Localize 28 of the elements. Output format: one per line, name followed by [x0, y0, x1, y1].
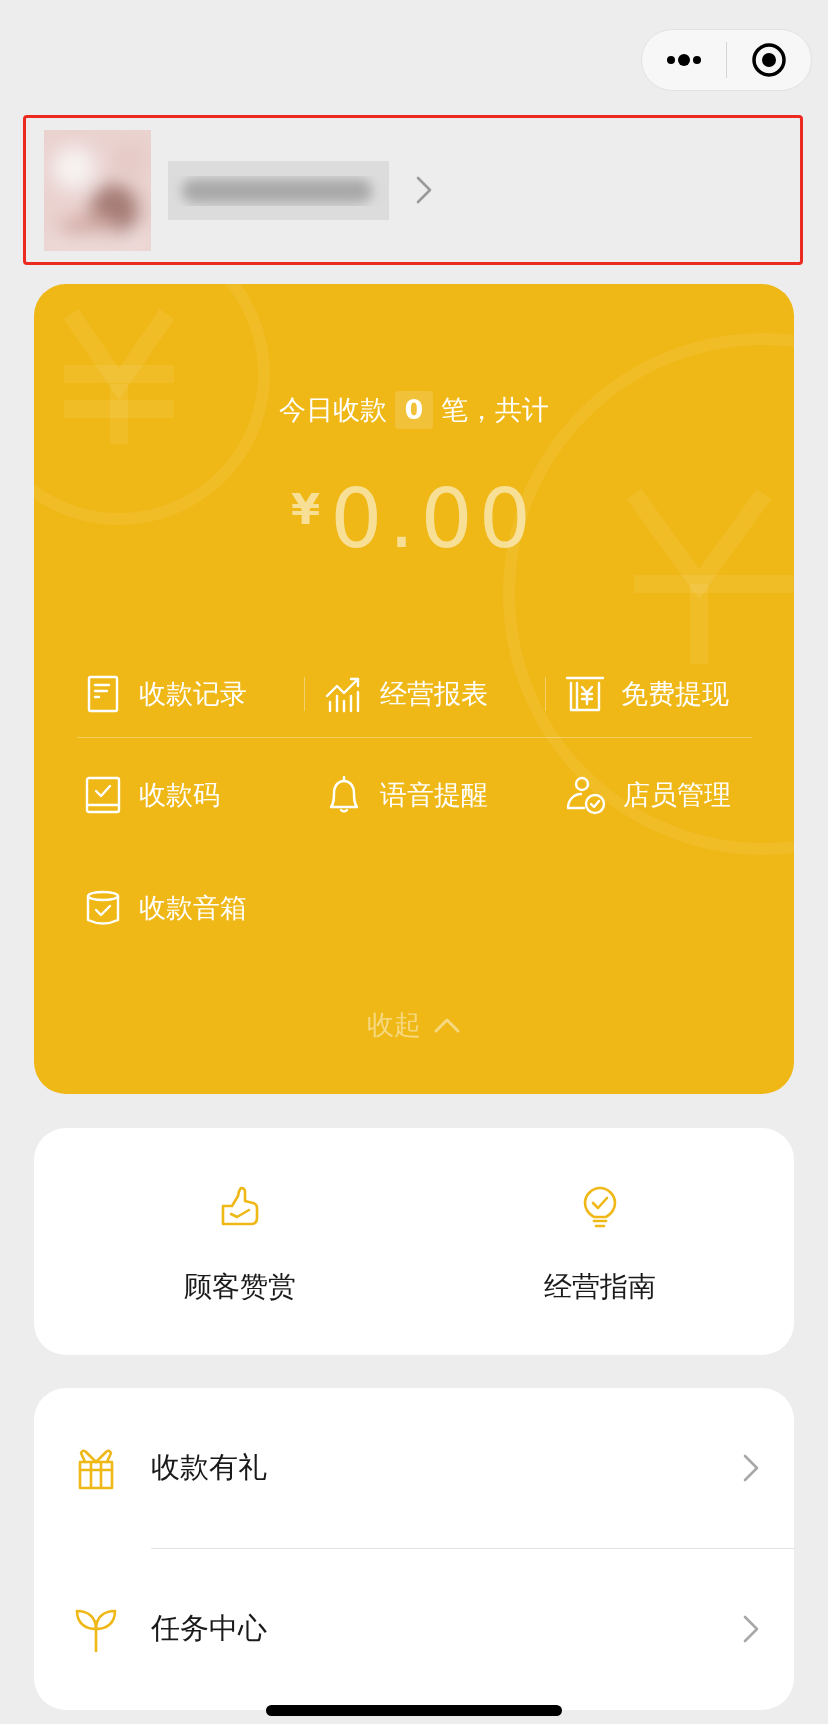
chevron-right-icon — [742, 1614, 760, 1644]
chevron-up-icon — [433, 1016, 461, 1034]
collapse-button[interactable]: 收起 — [367, 1005, 461, 1045]
action-link[interactable]: 收款记录 — [83, 674, 247, 714]
action-link[interactable]: 免费提现 — [565, 674, 729, 714]
person-check-icon — [565, 774, 607, 816]
action-link[interactable]: 收款音箱 — [83, 888, 247, 928]
today-label: 今日收款 — [278, 393, 387, 427]
check-book-icon — [83, 775, 123, 815]
chevron-right-icon — [415, 175, 433, 205]
amount-value: 0.00 — [330, 470, 537, 566]
gift-icon — [76, 1446, 116, 1490]
total-label: 笔，共计 — [441, 393, 550, 427]
menu-item[interactable]: 收款有礼 — [34, 1388, 794, 1548]
close-icon — [751, 42, 787, 78]
action-link[interactable]: 店员管理 — [565, 774, 731, 816]
shortcut-link[interactable]: 顾客赞赏 — [60, 1128, 420, 1355]
currency-sign: ¥ — [291, 484, 321, 534]
action-link[interactable]: 收款码 — [83, 775, 220, 815]
action-link[interactable]: 语音提醒 — [324, 775, 488, 815]
action-link[interactable]: 经营报表 — [324, 674, 488, 714]
menu-item[interactable]: 任务中心 — [34, 1549, 794, 1709]
withdraw-icon — [565, 674, 605, 714]
more-icon — [665, 53, 703, 67]
chevron-right-icon — [742, 1453, 760, 1483]
shortcut-link[interactable]: 经营指南 — [420, 1128, 780, 1355]
profile-row[interactable] — [23, 115, 803, 265]
payment-count: 0 — [394, 391, 434, 429]
